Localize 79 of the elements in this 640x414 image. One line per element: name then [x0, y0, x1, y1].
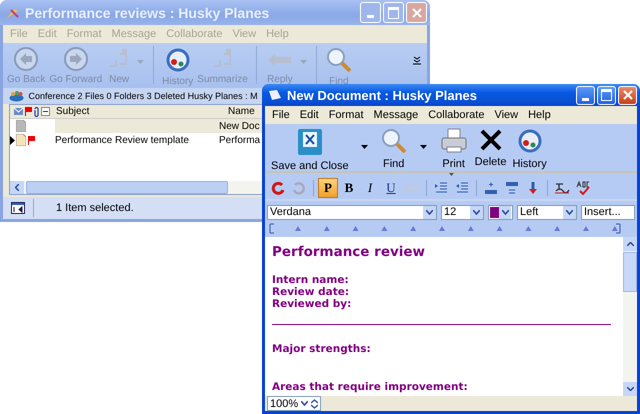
history-icon [164, 46, 192, 74]
envelope-icon [14, 108, 23, 115]
paperclip-icon [34, 106, 39, 116]
column-header[interactable]: Name [228, 106, 264, 117]
format-button[interactable]: I [360, 178, 380, 198]
caret-icon [300, 60, 307, 64]
redo-icon [292, 181, 306, 195]
history-icon [516, 127, 544, 155]
minimize-button[interactable] [576, 86, 595, 104]
menu-item[interactable]: Message [368, 109, 424, 121]
format-button[interactable]: U [381, 178, 401, 198]
menu-item[interactable]: Help [523, 109, 556, 121]
search-icon [380, 127, 408, 155]
chevron-down-icon [502, 210, 509, 214]
menu-item[interactable]: View [489, 109, 524, 121]
section-label: Areas that require improvement: [272, 381, 469, 393]
vertical-scrollbar[interactable] [623, 237, 637, 396]
font-dropdown[interactable]: Verdana [267, 204, 437, 220]
document-icon [16, 120, 26, 132]
table-row-icon [506, 182, 518, 194]
menu-item[interactable]: File [267, 109, 295, 121]
menu-item[interactable]: Edit [294, 109, 324, 121]
table-cell: Performance Review template [55, 134, 189, 146]
section-label: Major strengths: [272, 343, 372, 355]
color-picker[interactable] [488, 204, 513, 220]
format-button[interactable]: B [339, 178, 359, 198]
form-label: Review date: [272, 286, 350, 298]
chevron-down-icon [301, 401, 308, 406]
toolbar-button[interactable]: History [510, 127, 549, 170]
alignment-dropdown[interactable]: Left [517, 204, 577, 220]
status-text: 1 Item selected. [56, 202, 134, 214]
info-text: 2 Files [78, 91, 104, 101]
spell-check-icon [575, 181, 591, 195]
toolbar-button[interactable]: Print [436, 127, 471, 170]
format-button[interactable]: P [318, 178, 338, 198]
signature-icon [554, 181, 570, 195]
x-icon [622, 90, 632, 100]
strikethrough-icon [404, 183, 420, 193]
info-text: 3 Deleted [146, 91, 186, 101]
window-title: Performance reviews : Husky Planes [25, 4, 270, 20]
table-row-icon [485, 182, 497, 194]
outdent-icon [455, 181, 469, 195]
column-header[interactable]: Subject [56, 106, 228, 117]
table-cell: New Doc [215, 119, 264, 133]
chevron-down-icon [426, 210, 433, 214]
window-title: New Document : Husky Planes [287, 88, 478, 102]
x-icon [412, 8, 422, 18]
undo-icon [271, 181, 285, 195]
toolbar-button[interactable]: Find [378, 127, 410, 170]
form-label: Intern name: [272, 274, 350, 286]
toolbar-button[interactable]: Delete [472, 127, 508, 168]
chevron-down-icon [473, 210, 480, 214]
collapse-icon [41, 107, 50, 116]
info-text: Conference [28, 91, 76, 101]
size-dropdown[interactable]: 12 [441, 204, 484, 220]
document-heading: Performance review [272, 244, 426, 260]
caret-icon [360, 145, 368, 149]
printer-icon [438, 127, 469, 155]
menu-item[interactable]: Format [324, 109, 369, 121]
insert-dropdown[interactable]: Insert... [581, 204, 635, 220]
x-icon [478, 127, 504, 153]
caret-icon [137, 60, 144, 64]
caret-icon [420, 145, 427, 149]
maximize-button[interactable] [597, 86, 616, 104]
indent-icon [434, 181, 448, 195]
search-icon [324, 46, 353, 74]
table-cell-text: Performa [218, 134, 262, 147]
menu-item[interactable]: Collaborate [423, 109, 490, 121]
down-arrow-icon [528, 181, 538, 195]
info-text: 0 Folders [106, 91, 144, 101]
conference-icon [9, 90, 24, 102]
info-text: Husky Planes : M [188, 91, 258, 101]
chevron-down-icon [566, 210, 573, 214]
flag-icon [25, 107, 32, 116]
zoom-dropdown[interactable]: 100% [267, 396, 322, 411]
close-button[interactable] [618, 86, 637, 104]
spinner-icon [311, 398, 318, 408]
form-label: Reviewed by: [272, 298, 352, 310]
document-icon [16, 134, 26, 146]
